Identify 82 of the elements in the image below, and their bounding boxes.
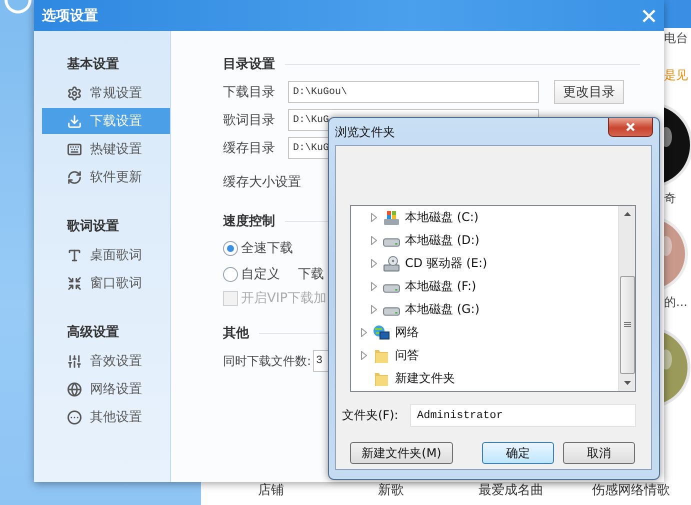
sidebar-heading: 高级设置 [66,324,120,342]
background-text: 的... [664,294,688,310]
change-folder-button[interactable]: 更改目录 [554,80,624,104]
drive-icon [383,284,400,292]
corners-icon [67,276,82,290]
keyboard-icon [67,142,82,156]
folder-icon [373,348,390,364]
more-icon [67,410,82,424]
sidebar-item[interactable]: 热键设置 [42,136,170,162]
option-text: 下载 [298,266,324,283]
network-icon [373,324,390,340]
radio-button[interactable] [223,240,238,256]
section-heading: 速度控制 [223,212,275,230]
dialog-button[interactable]: 确定 [482,442,554,464]
tree-item[interactable]: 问答 [351,344,618,367]
tree-item[interactable]: 新建文件夹 [351,367,618,390]
tree-item[interactable]: 本地磁盘 (D:) [351,229,618,252]
dialog-button[interactable]: 取消 [563,442,635,464]
sidebar-item[interactable]: 网络设置 [42,376,170,402]
cd-drive-icon [383,256,400,272]
sidebar-item[interactable]: 窗口歌词 [42,270,170,296]
field-label: 同时下载文件数: [223,352,312,370]
windows-drive-icon [383,210,400,226]
section-heading: 其他 [223,325,249,342]
radio-label: 全速下载 [241,240,293,257]
tree-item[interactable]: 本地磁盘 (G:) [351,298,618,321]
playlist-title[interactable]: 伤感网络情歌 [571,482,691,505]
checkbox-label: 开启VIP下载加 [241,290,327,307]
scroll-up-icon[interactable] [624,212,630,216]
drive-icon [383,306,400,316]
tree-item[interactable]: 本地磁盘 (C:) [351,206,618,229]
expand-arrow-icon[interactable] [371,259,377,268]
background-text: 是见 [664,67,689,83]
expand-arrow-icon[interactable] [371,282,377,291]
field-label: 缓存大小设置 [223,174,301,191]
sidebar-item[interactable]: 音效设置 [42,348,170,374]
scroll-down-icon[interactable] [624,381,630,385]
field-label: 歌词目录 [223,112,276,129]
sliders-icon [67,354,82,368]
field-label: 下载目录 [223,84,276,101]
drive-icon [383,238,400,246]
input-field[interactable]: D:\KuGou\ [288,81,539,103]
radio-label: 自定义 [241,266,280,283]
background-text: 奇 [664,190,677,206]
window-title: 选项设置 [42,6,98,24]
playlist-title[interactable]: 新歌 [331,482,451,505]
download-icon [67,114,82,128]
background-text: 电台 [664,30,689,46]
sidebar-item[interactable]: 其他设置 [42,404,170,430]
globe-icon [67,382,82,396]
tree-item[interactable]: 本地磁盘 (F:) [351,275,618,298]
text-icon [67,248,82,262]
close-icon[interactable] [625,122,636,132]
sidebar-item[interactable]: 桌面歌词 [42,242,170,268]
scrollbar[interactable] [618,206,635,391]
close-button[interactable] [608,118,653,137]
expand-arrow-icon[interactable] [371,213,377,222]
gear-icon [67,86,82,100]
sidebar-heading: 基本设置 [66,56,120,74]
folder-field[interactable]: Administrator [410,404,636,427]
section-heading: 目录设置 [223,56,275,73]
close-icon[interactable] [642,8,656,22]
expand-arrow-icon[interactable] [371,305,377,314]
expand-arrow-icon[interactable] [361,351,367,360]
grip-icon[interactable] [624,322,630,328]
sidebar-heading: 歌词设置 [66,218,120,236]
expand-arrow-icon[interactable] [371,236,377,245]
dialog-title: 浏览文件夹 [335,124,395,141]
sidebar-item[interactable]: 软件更新 [42,164,170,190]
playlist-title[interactable]: 店铺 [211,482,331,505]
tree-item[interactable]: CD 驱动器 (E:) [351,252,618,275]
sidebar-item[interactable]: 常规设置 [42,80,170,106]
field-label: 缓存目录 [223,140,276,157]
logo-icon [4,0,32,14]
folder-icon [373,370,390,386]
tree-item[interactable]: 网络 [351,321,618,344]
playlist-title[interactable]: 最爱成名曲 [451,482,571,505]
dialog-button[interactable]: 新建文件夹(M) [350,442,453,464]
field-label: 文件夹(F): [342,407,400,424]
refresh-icon [67,170,82,184]
expand-arrow-icon[interactable] [361,328,367,337]
radio-button[interactable] [223,266,238,282]
